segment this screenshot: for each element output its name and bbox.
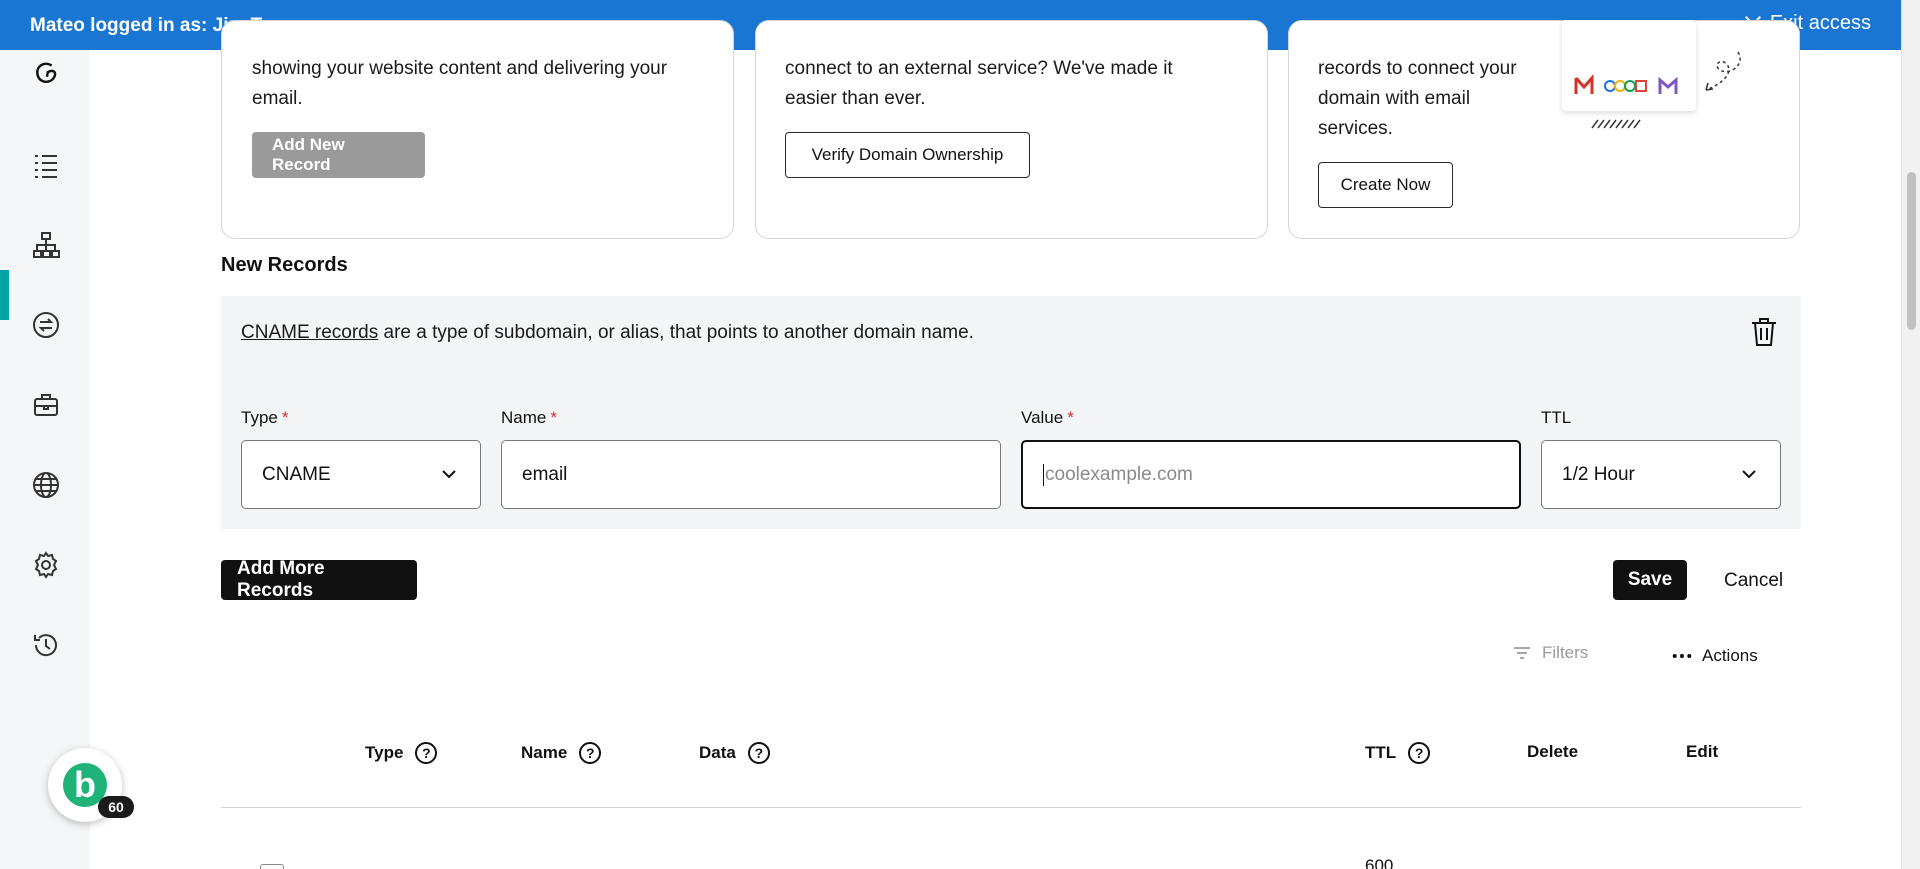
left-sidebar <box>0 50 90 869</box>
new-record-panel: CNAME records are a type of subdomain, o… <box>221 296 1801 529</box>
table-divider <box>221 807 1801 808</box>
godaddy-logo-icon[interactable] <box>29 56 63 90</box>
create-now-button[interactable]: Create Now <box>1318 162 1453 208</box>
type-select-value: CNAME <box>262 463 331 485</box>
dns-tree-icon[interactable] <box>29 228 63 262</box>
verify-card: connect to an external service? We've ma… <box>755 20 1268 239</box>
gear-icon[interactable] <box>29 548 63 582</box>
trash-icon <box>1752 318 1776 346</box>
filter-icon <box>1514 647 1530 659</box>
column-header-delete: Delete <box>1527 742 1579 761</box>
email-logos-icon <box>1574 74 1678 94</box>
name-input[interactable]: email <box>501 440 1001 509</box>
verify-domain-ownership-button[interactable]: Verify Domain Ownership <box>785 132 1030 178</box>
value-input-placeholder: coolexample.com <box>1045 463 1193 485</box>
card-description: records to connect your domain with emai… <box>1318 58 1517 139</box>
history-icon[interactable] <box>29 628 63 662</box>
column-header-edit: Edit <box>1686 742 1719 761</box>
chevron-down-icon <box>442 470 456 479</box>
add-new-record-button[interactable]: Add New Record <box>252 132 425 178</box>
active-nav-indicator <box>0 270 9 320</box>
more-dots-icon <box>1672 654 1692 658</box>
text-cursor <box>1043 463 1044 486</box>
add-more-records-button[interactable]: Add More Records <box>221 558 417 601</box>
notification-badge: 60 <box>98 796 134 818</box>
card-description: connect to an external service? We've ma… <box>785 58 1173 109</box>
dns-card: showing your website content and deliver… <box>221 20 734 239</box>
filters-button[interactable]: Filters <box>1512 643 1588 663</box>
help-icon[interactable]: ? <box>747 742 770 764</box>
hatch-decoration-icon <box>1591 119 1641 129</box>
briefcase-icon[interactable] <box>29 388 63 422</box>
actions-button[interactable]: Actions <box>1672 646 1758 666</box>
list-icon[interactable] <box>29 148 63 182</box>
cname-records-link[interactable]: CNAME records <box>241 322 378 343</box>
table-row-ttl: 600 <box>1365 856 1394 869</box>
save-button[interactable]: Save <box>1613 560 1687 600</box>
value-label: Value * <box>1021 408 1074 427</box>
type-label: Type * <box>241 408 289 427</box>
help-icon[interactable]: ? <box>579 742 602 764</box>
chevron-down-icon <box>1742 470 1756 479</box>
email-providers-illustration <box>1562 20 1696 111</box>
scrollbar-thumb[interactable] <box>1907 172 1916 330</box>
ttl-select-value: 1/2 Hour <box>1562 463 1635 485</box>
value-input[interactable]: coolexample.com <box>1021 440 1521 509</box>
card-description: showing your website content and deliver… <box>252 58 668 109</box>
name-label: Name * <box>501 408 557 427</box>
cancel-button[interactable]: Cancel <box>1724 570 1783 592</box>
name-input-value: email <box>522 463 568 485</box>
column-header-data: Data? <box>699 742 770 764</box>
delete-record-button[interactable] <box>1749 316 1779 348</box>
ttl-label: TTL <box>1541 408 1572 427</box>
actions-label: Actions <box>1702 646 1758 665</box>
column-header-name: Name? <box>521 742 602 764</box>
ttl-select[interactable]: 1/2 Hour <box>1541 440 1781 509</box>
type-select[interactable]: CNAME <box>241 440 481 509</box>
transfer-icon[interactable] <box>29 308 63 342</box>
row-checkbox[interactable] <box>260 864 284 869</box>
help-icon[interactable]: ? <box>415 742 438 764</box>
filters-label: Filters <box>1542 643 1589 662</box>
column-header-type: Type? <box>365 742 438 764</box>
new-records-title: New Records <box>221 254 348 276</box>
column-header-ttl: TTL? <box>1365 742 1431 764</box>
page-scrollbar[interactable] <box>1901 0 1920 869</box>
help-icon[interactable]: ? <box>1408 742 1431 764</box>
globe-icon[interactable] <box>29 468 63 502</box>
dashed-arrow-icon <box>1705 51 1741 91</box>
record-info-text: CNAME records are a type of subdomain, o… <box>241 322 974 343</box>
